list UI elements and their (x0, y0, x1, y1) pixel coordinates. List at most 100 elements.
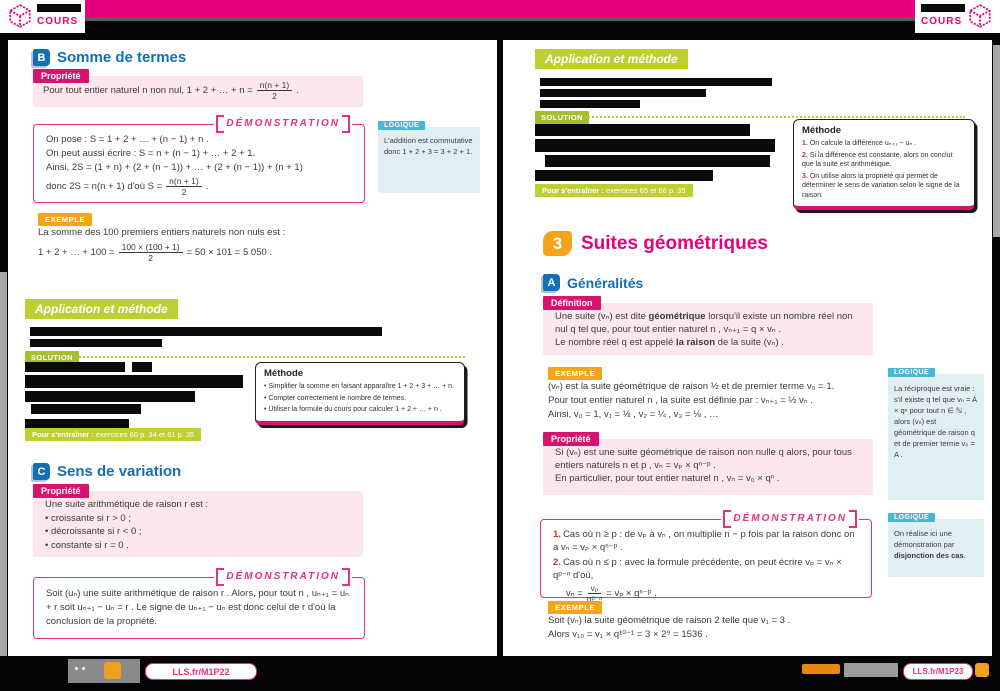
propriete-line: En particulier, pour tout entier naturel… (555, 472, 861, 485)
cours-tab-label: COURS (921, 16, 962, 27)
demonstration-label: DÉMONSTRATION (214, 569, 352, 585)
logique-box-reciproque: LOGIQUE La réciproque est vraie : s'il e… (888, 374, 984, 500)
footer-dot (82, 667, 85, 670)
content-redaction (25, 375, 243, 388)
demonstration-box-geometrique: DÉMONSTRATION 1.Cas où n ≥ p : de vₚ à v… (540, 519, 872, 598)
content-redaction (535, 139, 775, 152)
content-redaction (540, 100, 640, 108)
propriete-line: • croissante si r > 0 ; (45, 512, 351, 526)
footer-app-icon (104, 662, 121, 679)
top-banner-shadow (85, 17, 915, 21)
textbook-spread: COURS COURS B Somme de termes Propriété … (0, 0, 1000, 691)
section-number-badge: 3 (543, 231, 572, 256)
application-methode-header: Application et méthode (25, 299, 178, 319)
definition-chip: Définition (543, 296, 601, 310)
cours-tab-label: COURS (37, 16, 78, 27)
page-edge (993, 45, 1000, 237)
entrainer-exercises: exercices 60 p. 34 et 61 p. 35 (96, 430, 194, 439)
demo-case-formula: vₙ = vₚqᵖ⁻ⁿ = vₚ × qⁿ⁻ᵖ . (566, 583, 859, 604)
methode-item: • Compter correctement le nombre de term… (264, 394, 456, 404)
corner-tab-right: COURS (915, 0, 1000, 33)
entrainer-exercises: exercices 65 et 66 p. 35 (606, 186, 686, 195)
section-b-header: B Somme de termes (33, 49, 186, 66)
logique-box-disjonction: LOGIQUE On réalise ici une démonstration… (888, 519, 984, 577)
methode-item: 2.Si la différence est constante, alors … (802, 151, 966, 170)
section-c-header: C Sens de variation (33, 463, 181, 480)
logique-box-addition: LOGIQUE L'addition est commutative donc … (378, 127, 480, 193)
propriete-line: Si (vₙ) est une suite géométrique de rai… (555, 446, 861, 472)
demo-text: Soit (uₙ) une suite arithmétique de rais… (34, 578, 364, 629)
methode-item: 1.On calcule la différence uₙ₊₁ − uₙ . (802, 139, 966, 149)
exemple-geometrique2-text: Soit (vₙ) la suite géométrique de raison… (548, 614, 873, 641)
propriete-chip: Propriété (33, 484, 89, 498)
propriete-panel-variation: Propriété Une suite arithmétique de rais… (33, 491, 363, 557)
chapter-name-redaction (921, 4, 965, 12)
demo-line: donc 2S = n(n + 1) d'où S = n(n + 1)2 . (46, 176, 352, 197)
demonstration-label: DÉMONSTRATION (214, 116, 352, 132)
demo-line: On pose : S = 1 + 2 + … + (n − 1) + n . (46, 133, 352, 147)
demo-case: 1.Cas où n ≥ p : de vₚ à vₙ , on multipl… (553, 528, 859, 554)
entrainer-label: Pour s'entraîner : (542, 186, 604, 195)
propriete-chip: Propriété (543, 432, 599, 446)
footer-brand-redacted (802, 664, 840, 674)
propriete-somme-text: Pour tout entier naturel n non nul, 1 + … (43, 80, 299, 101)
page-left: B Somme de termes Propriété Pour tout en… (8, 40, 497, 656)
application-methode-header: Application et méthode (535, 49, 688, 69)
content-redaction (30, 327, 382, 336)
content-redaction (535, 170, 713, 181)
section-letter-badge: C (33, 463, 50, 480)
section-3-header: 3 Suites géométriques (543, 231, 768, 256)
page-edge (0, 272, 7, 656)
exemple-geometrique-text: (vₙ) est la suite géométrique de raison … (548, 380, 873, 422)
demo-line: On peut aussi écrire : S = n + (n − 1) +… (46, 147, 352, 161)
section-3-title: Suites géométriques (581, 233, 768, 255)
propriete-panel-somme: Propriété Pour tout entier naturel n non… (33, 76, 363, 107)
propriete-line: Une suite arithmétique de raison r est : (45, 498, 351, 512)
content-redaction (540, 89, 706, 97)
demo-case: 2.Cas où n ≤ p : avec la formule précéde… (553, 556, 859, 582)
propriete-line: • constante si r = 0 . (45, 539, 351, 553)
definition-panel: Définition Une suite (vₙ) est dite géomé… (543, 303, 873, 355)
solution-chip: SOLUTION (535, 111, 589, 124)
footer-dot (75, 667, 78, 670)
propriete-line: • décroissante si r < 0 ; (45, 525, 351, 539)
logique-chip: LOGIQUE (888, 368, 935, 377)
section-letter-badge: B (33, 49, 50, 66)
solution-dotted-line (585, 116, 965, 118)
pour-sentrainer-pill: Pour s'entraîner : exercices 65 et 66 p.… (535, 184, 693, 197)
methode-item: • Utiliser la formule du cours pour calc… (264, 405, 456, 415)
content-redaction (30, 339, 162, 347)
brand-logo-cube (967, 3, 993, 29)
pour-sentrainer-pill: Pour s'entraîner : exercices 60 p. 34 et… (25, 428, 201, 441)
footer-page-edge (844, 663, 898, 677)
demo-line: Ainsi, 2S = (1 + n) + (2 + (n − 1)) + … … (46, 161, 352, 175)
methode-item: 3.On utilise alors la propriété qui perm… (802, 172, 966, 201)
content-redaction (540, 78, 772, 86)
methode-title: Méthode (264, 368, 456, 379)
logique-text: On réalise ici une démonstration par dis… (894, 528, 978, 561)
methode-title: Méthode (802, 125, 966, 136)
content-redaction (25, 362, 125, 372)
logique-chip: LOGIQUE (378, 121, 425, 130)
section-letter-badge: A (543, 274, 560, 291)
exemple-chip: EXEMPLE (548, 601, 602, 614)
logique-chip: LOGIQUE (888, 513, 935, 522)
page-right: Application et méthode SOLUTION Méthode … (503, 40, 992, 656)
content-redaction (545, 155, 770, 167)
footer-link-right[interactable]: LLS.fr/M1P23 (903, 663, 973, 680)
content-redaction (132, 362, 152, 372)
content-redaction (25, 391, 195, 402)
corner-tab-left: COURS (0, 0, 85, 33)
methode-card: Méthode 1.On calcule la différence uₙ₊₁ … (793, 119, 975, 210)
footer-app-icon (975, 663, 989, 677)
exemple-chip: EXEMPLE (38, 213, 92, 226)
logique-text: La réciproque est vraie : s'il existe q … (894, 383, 978, 460)
content-redaction (31, 404, 141, 414)
content-redaction (535, 124, 750, 136)
demonstration-box-somme: DÉMONSTRATION On pose : S = 1 + 2 + … + … (33, 124, 365, 203)
fraction: n(n + 1)2 (166, 176, 202, 197)
footer-link-left[interactable]: LLS.fr/M1P22 (145, 663, 257, 680)
fraction: 100 × (100 + 1)2 (119, 242, 183, 263)
top-banner (85, 0, 915, 17)
section-title: Sens de variation (57, 463, 181, 480)
